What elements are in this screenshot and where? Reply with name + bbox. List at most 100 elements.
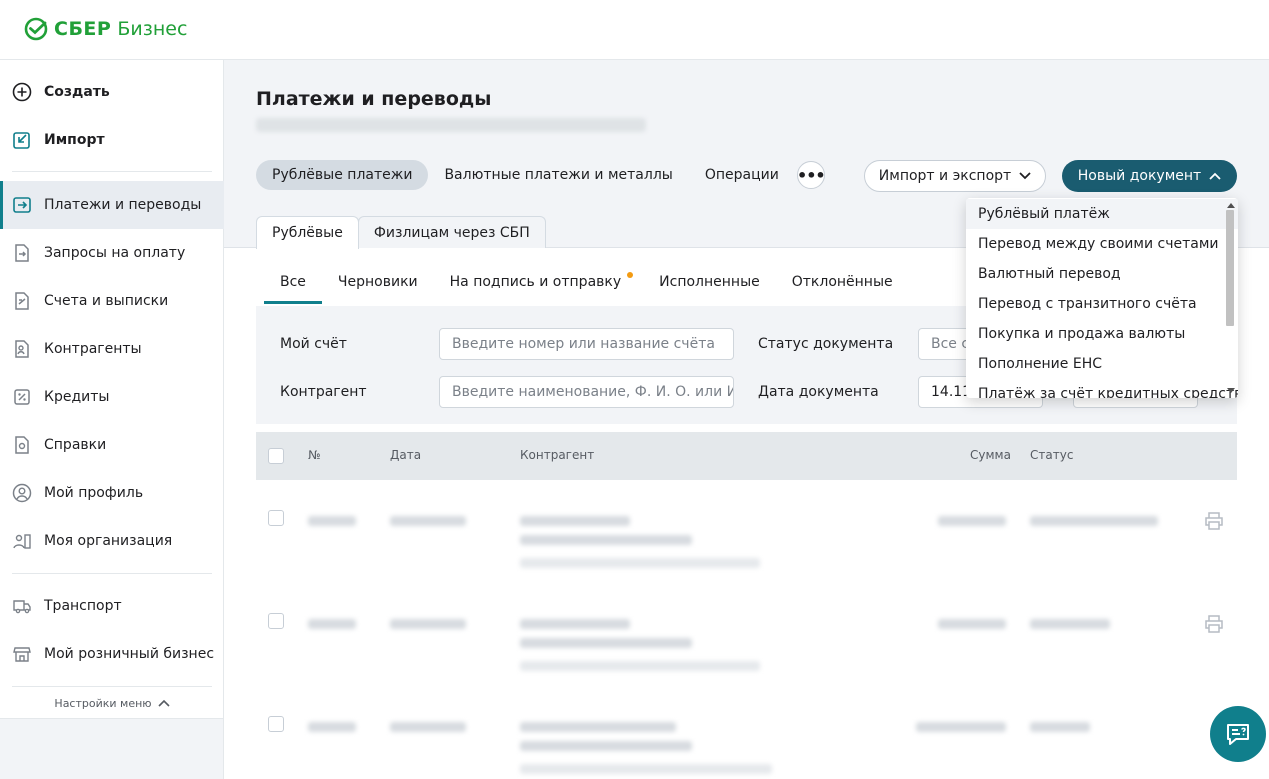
credits-icon [12,387,32,407]
sidebar-item-payment-requests[interactable]: Запросы на оплату [0,229,224,277]
new-document-button[interactable]: Новый документ [1062,160,1237,192]
sidebar-item-label: Справки [44,437,107,453]
blurred-status [1030,516,1158,526]
counterparty-search-input[interactable]: Введите наименование, Ф. И. О. или И… [439,376,734,408]
blurred-date [390,516,466,526]
blurred-counterparty [520,619,630,629]
scroll-up-arrow-icon[interactable] [1227,202,1235,208]
blurred-number [308,516,356,526]
sidebar: Создать Импорт Платежи и переводы Запрос… [0,60,224,718]
dropdown-item-credit-payment[interactable]: Платёж за счёт кредитных средств [966,379,1238,398]
status-tab-all[interactable]: Все [264,262,322,304]
payment-type-tabs: Рублёвые платежи Валютные платежи и мета… [256,160,826,190]
import-export-label: Импорт и экспорт [878,168,1012,184]
more-tabs-button[interactable]: ••• [796,161,826,189]
blurred-counterparty [520,722,676,732]
blurred-purpose [520,661,760,671]
chat-support-button[interactable] [1210,706,1266,762]
dropdown-item-currency-exchange[interactable]: Покупка и продажа валюты [966,319,1238,349]
certificates-icon [12,435,32,455]
chevron-up-icon [1209,172,1221,180]
printer-icon[interactable] [1204,615,1224,633]
table-row[interactable] [256,706,1237,779]
sidebar-item-label: Моя организация [44,533,173,549]
logo-brand: СБЕР [54,18,112,40]
status-tab-to-sign[interactable]: На подпись и отправку [434,262,644,302]
tab-ruble-payments[interactable]: Рублёвые платежи [256,160,429,190]
printer-icon[interactable] [1204,512,1224,530]
status-tab-executed[interactable]: Исполненные [643,262,776,302]
status-filter-label: Статус документа [758,336,894,352]
sidebar-item-label: Запросы на оплату [44,245,186,261]
sidebar-item-label: Мой профиль [44,485,144,501]
blurred-amount [938,516,1006,526]
column-amount[interactable]: Сумма [970,448,1011,462]
blurred-amount [938,619,1006,629]
sidebar-item-label: Импорт [44,132,105,148]
blurred-counterparty-details [520,638,692,648]
more-icon: ••• [796,165,826,185]
counterparties-icon [12,339,32,359]
blurred-number [308,722,356,732]
account-search-input[interactable]: Введите номер или название счёта [439,328,734,360]
select-all-checkbox[interactable] [268,448,284,464]
row-checkbox[interactable] [268,510,284,526]
menu-settings-label: Настройки меню [54,696,152,710]
tab-currency-payments[interactable]: Валютные платежи и металлы [428,160,688,190]
sidebar-item-certificates[interactable]: Справки [0,421,224,469]
sidebar-item-payments[interactable]: Платежи и переводы [0,181,224,229]
logo-suffix: Бизнес [117,18,188,40]
sidebar-item-accounts[interactable]: Счета и выписки [0,277,224,325]
dropdown-item-own-accounts-transfer[interactable]: Перевод между своими счетами [966,229,1238,259]
column-date[interactable]: Дата [390,448,421,462]
menu-settings-toggle[interactable]: Настройки меню [0,688,224,718]
sidebar-item-create[interactable]: Создать [0,68,224,116]
tab-operations[interactable]: Операции [689,160,795,190]
dropdown-item-ruble-payment[interactable]: Рублёвый платёж [966,199,1238,229]
sidebar-item-label: Транспорт [44,598,122,614]
app-header: СБЕР Бизнес [0,0,1269,60]
sidebar-item-import[interactable]: Импорт [0,116,224,164]
sidebar-item-label: Контрагенты [44,341,142,357]
sidebar-item-profile[interactable]: Мой профиль [0,469,224,517]
sidebar-item-organization[interactable]: Моя организация [0,517,224,565]
blurred-amount [916,722,1006,732]
status-tab-drafts[interactable]: Черновики [322,262,434,302]
payment-request-icon [12,243,32,263]
status-tab-rejected[interactable]: Отклонённые [776,262,909,302]
blurred-counterparty-details [520,535,692,545]
dropdown-item-currency-transfer[interactable]: Валютный перевод [966,259,1238,289]
subtab-sbp[interactable]: Физлицам через СБП [357,216,546,248]
blurred-purpose [520,764,772,774]
blurred-status [1030,619,1110,629]
account-filter-label: Мой счёт [280,336,347,352]
sber-logo-icon [24,17,48,41]
column-counterparty[interactable]: Контрагент [520,448,594,462]
sidebar-item-retail[interactable]: Мой розничный бизнес [0,630,224,678]
sidebar-item-counterparties[interactable]: Контрагенты [0,325,224,373]
profile-icon [12,483,32,503]
import-export-button[interactable]: Импорт и экспорт [864,160,1046,192]
sidebar-item-credits[interactable]: Кредиты [0,373,224,421]
dropdown-scrollbar-thumb[interactable] [1226,210,1234,326]
sidebar-footer [0,718,224,779]
dropdown-item-transit-transfer[interactable]: Перевод с транзитного счёта [966,289,1238,319]
row-checkbox[interactable] [268,613,284,629]
column-number[interactable]: № [308,448,320,462]
subtab-ruble[interactable]: Рублёвые [256,216,359,249]
sber-business-logo[interactable]: СБЕР Бизнес [24,17,187,41]
page-subtitle-blurred [256,118,646,132]
row-checkbox[interactable] [268,716,284,732]
status-tab-label: На подпись и отправку [449,274,622,290]
scroll-down-arrow-icon[interactable] [1227,388,1235,394]
truck-icon [12,596,32,616]
table-row[interactable] [256,603,1237,703]
dropdown-item-ens-topup[interactable]: Пополнение ЕНС [966,349,1238,379]
sidebar-divider [12,686,212,687]
sidebar-item-label: Кредиты [44,389,110,405]
sidebar-item-label: Создать [44,84,110,100]
new-document-dropdown: Рублёвый платёж Перевод между своими сче… [966,198,1238,398]
sidebar-item-transport[interactable]: Транспорт [0,582,224,630]
column-status[interactable]: Статус [1030,448,1073,462]
table-row[interactable] [256,500,1237,600]
